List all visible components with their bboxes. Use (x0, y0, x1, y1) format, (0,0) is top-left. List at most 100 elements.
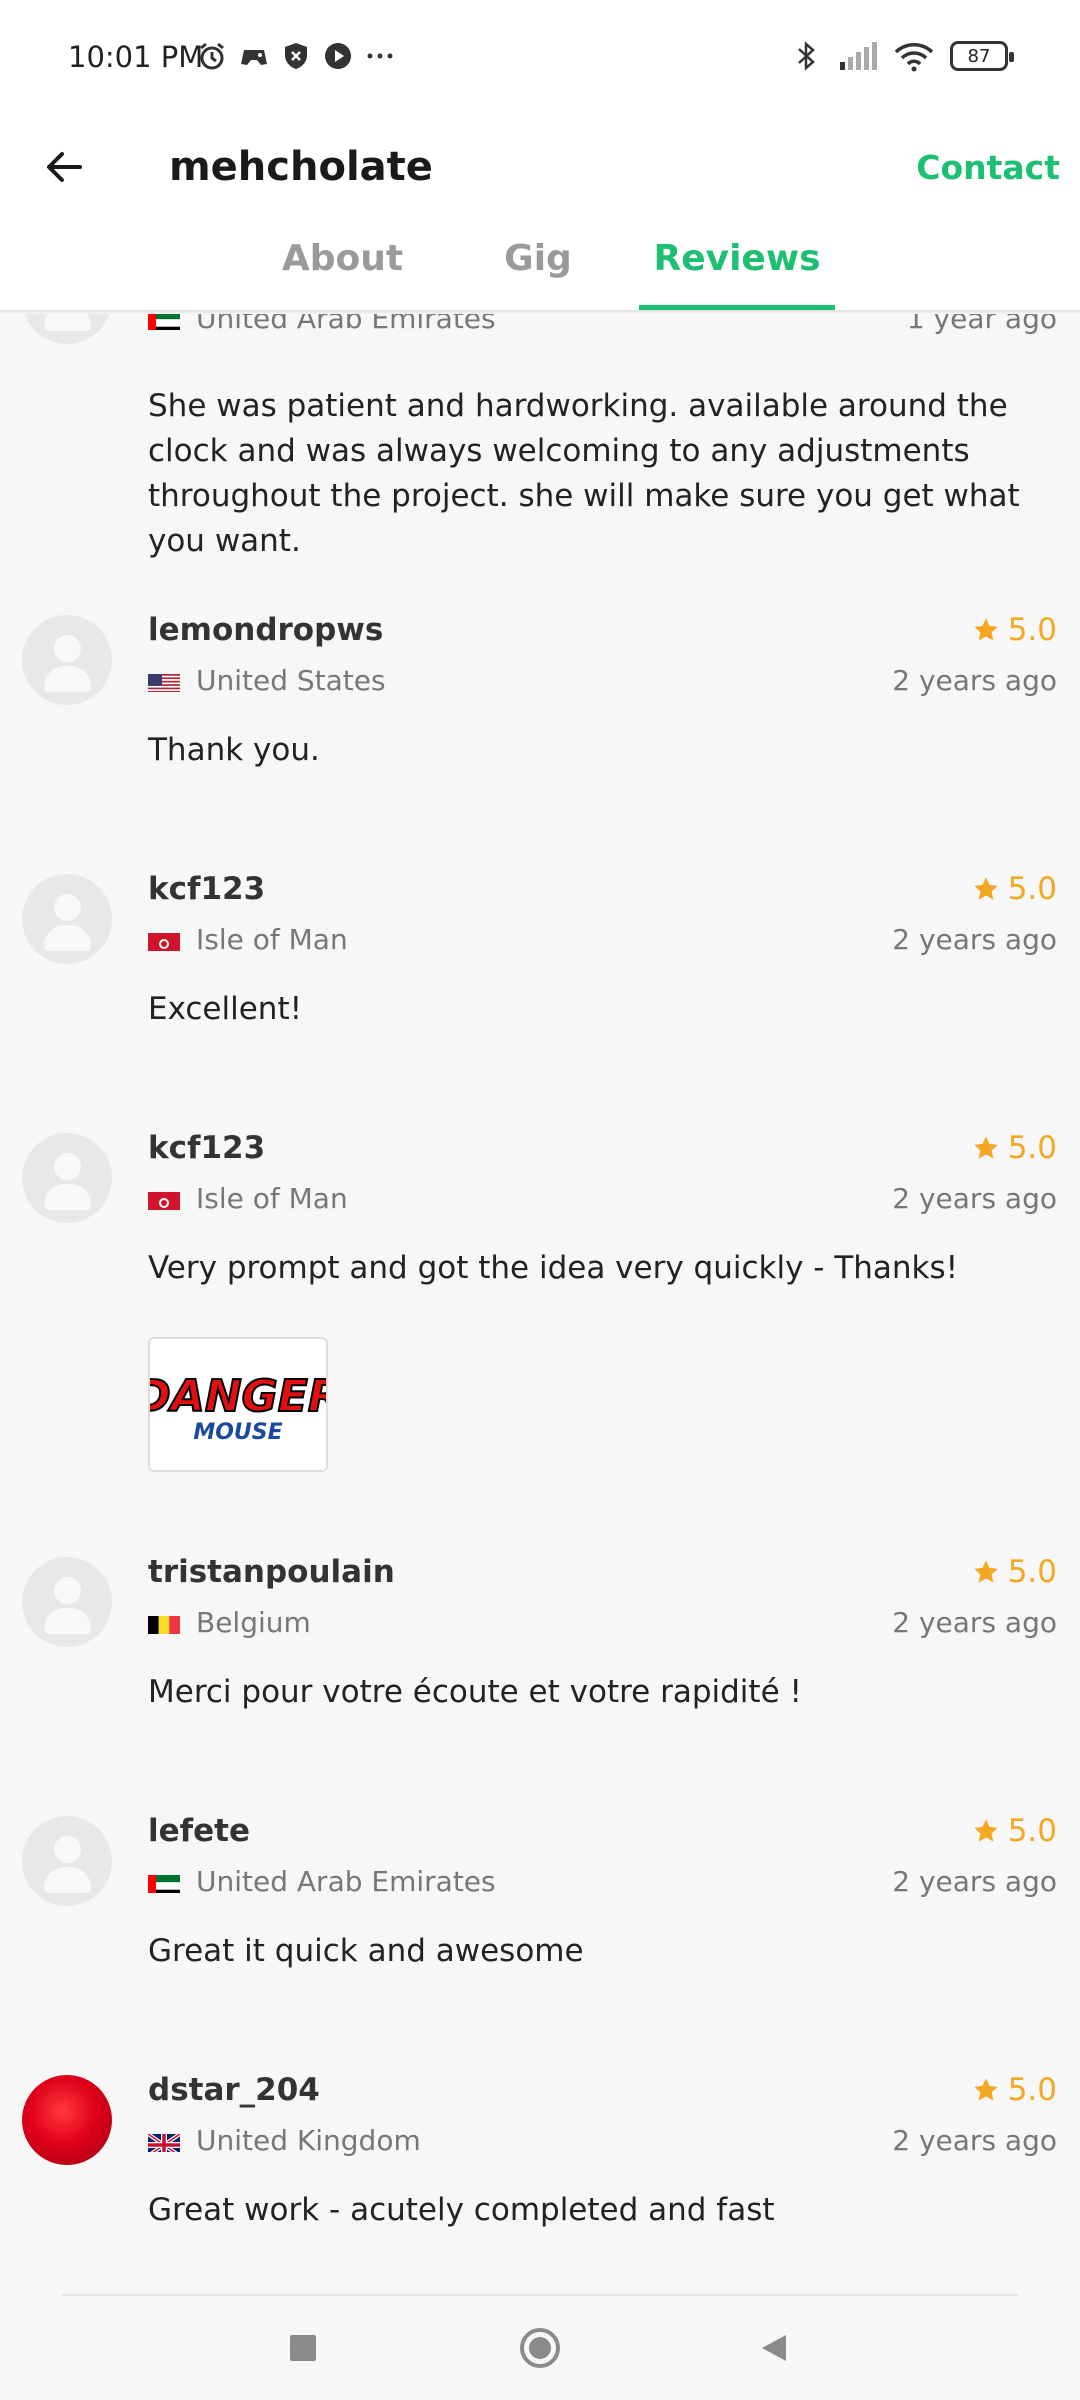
review-time: 2 years ago (892, 2124, 1057, 2157)
review-text: Great it quick and awesome (148, 1933, 584, 1969)
system-back-button[interactable] (746, 2320, 802, 2376)
star-icon (974, 618, 998, 641)
app-header: mehcholate Contact About Gig Reviews (0, 115, 1080, 310)
reviewer-country-name: Isle of Man (196, 1182, 348, 1215)
system-navigation-bar (0, 2294, 1080, 2400)
back-button[interactable] (34, 137, 94, 197)
review-text: Excellent! (148, 991, 303, 1027)
reviewer-country-name: United Kingdom (196, 2124, 421, 2157)
uae-flag-icon (148, 1871, 180, 1893)
danger-mouse-logo: DANGER MOUSE (150, 1339, 326, 1470)
review-rating: 5.0 (972, 1554, 1057, 1590)
tab-about[interactable]: About (270, 230, 415, 310)
signal-icon (840, 42, 877, 70)
review-text: Merci pour votre écoute et votre rapidit… (148, 1674, 802, 1710)
review-text: She was patient and hardworking. availab… (148, 388, 1020, 559)
arrow-left-icon (47, 152, 82, 182)
rating-value: 5.0 (1007, 1554, 1057, 1590)
contact-button[interactable]: Contact (916, 133, 1060, 203)
bluetooth-icon (798, 41, 815, 71)
reviewer-country: United States (148, 664, 386, 697)
game-controller-icon (241, 50, 267, 65)
reviewer-country-name: United Arab Emirates (196, 1865, 496, 1898)
tab-gig[interactable]: Gig (488, 230, 588, 310)
wifi-icon (894, 43, 934, 72)
more-icon (367, 53, 393, 59)
review-rating: 5.0 (972, 1813, 1057, 1849)
isle-of-man-flag-icon (148, 929, 180, 951)
review-time: 2 years ago (892, 664, 1057, 697)
tab-reviews[interactable]: Reviews (639, 230, 835, 310)
review-time: 2 years ago (892, 1865, 1057, 1898)
alarm-icon (200, 42, 224, 70)
home-button[interactable] (512, 2320, 568, 2376)
battery-level: 87 (967, 45, 991, 67)
avatar[interactable] (22, 1133, 112, 1223)
profile-tabs: About Gig Reviews (0, 230, 1080, 310)
reviewer-country: Belgium (148, 1606, 311, 1639)
reviewer-name[interactable]: lemondropws (148, 612, 383, 648)
review-text: Thank you. (148, 732, 320, 768)
seller-name-title: mehcholate (169, 144, 433, 190)
reviewer-name[interactable]: kcf123 (148, 871, 265, 907)
review-rating: 5.0 (972, 871, 1057, 907)
star-icon (974, 877, 998, 900)
review-time: 2 years ago (892, 1606, 1057, 1639)
reviewer-name[interactable]: lefete (148, 1813, 250, 1849)
reviewer-country-name: United Arab Emirates (196, 314, 496, 335)
avatar[interactable] (22, 615, 112, 705)
uk-flag-icon (148, 2130, 180, 2152)
star-icon (974, 1819, 998, 1842)
review-time: 2 years ago (892, 1182, 1057, 1215)
avatar (22, 314, 112, 344)
reviewer-country: United Arab Emirates (148, 314, 496, 335)
review-time: 2 years ago (892, 923, 1057, 956)
avatar[interactable] (22, 1557, 112, 1647)
reviewer-country-name: Belgium (196, 1606, 311, 1639)
logo-text-mouse: MOUSE (193, 1420, 282, 1445)
shield-icon (285, 43, 307, 69)
status-system-icons: 87 (790, 40, 1014, 72)
reviewer-country: United Arab Emirates (148, 1865, 496, 1898)
reviewer-country: United Kingdom (148, 2124, 421, 2157)
reviewer-name[interactable]: tristanpoulain (148, 1554, 395, 1590)
battery-indicator: 87 (950, 41, 1014, 71)
review-rating: 5.0 (972, 612, 1057, 648)
status-bar: 10:01 PM 87 (0, 0, 1080, 115)
reviews-list[interactable]: United Arab Emirates 1 year ago She was … (0, 314, 1080, 2294)
recent-apps-button[interactable] (275, 2320, 331, 2376)
isle-of-man-flag-icon (148, 1188, 180, 1210)
review-text: Very prompt and got the idea very quickl… (148, 1250, 959, 1286)
reviewer-name[interactable]: dstar_204 (148, 2072, 320, 2108)
avatar[interactable] (22, 874, 112, 964)
star-icon (974, 2078, 998, 2101)
triangle-back-icon (762, 2335, 786, 2361)
star-icon (974, 1560, 998, 1583)
rating-value: 5.0 (1007, 871, 1057, 907)
review-attachment-image[interactable]: DANGER MOUSE (148, 1337, 328, 1472)
reviewer-country: Isle of Man (148, 923, 348, 956)
review-rating: 5.0 (972, 1130, 1057, 1166)
us-flag-icon (148, 670, 180, 692)
belgium-flag-icon (148, 1612, 180, 1634)
status-notification-icons (196, 40, 396, 72)
logo-text-danger: DANGER (150, 1371, 326, 1422)
nav-divider (62, 2294, 1018, 2296)
review-text: Great work - acutely completed and fast (148, 2192, 775, 2228)
avatar[interactable] (22, 1816, 112, 1906)
review-rating: 5.0 (972, 2072, 1057, 2108)
avatar[interactable] (22, 2075, 112, 2165)
media-app-icon (325, 43, 351, 69)
review-time: 1 year ago (906, 314, 1057, 335)
uae-flag-icon (148, 314, 180, 330)
status-time: 10:01 PM (68, 40, 204, 74)
reviewer-name[interactable]: kcf123 (148, 1130, 265, 1166)
rating-value: 5.0 (1007, 612, 1057, 648)
rating-value: 5.0 (1007, 2072, 1057, 2108)
reviewer-country-name: Isle of Man (196, 923, 348, 956)
rating-value: 5.0 (1007, 1130, 1057, 1166)
square-icon (290, 2335, 316, 2361)
reviewer-country-name: United States (196, 664, 386, 697)
home-circle-icon (520, 2328, 560, 2368)
star-icon (974, 1136, 998, 1159)
